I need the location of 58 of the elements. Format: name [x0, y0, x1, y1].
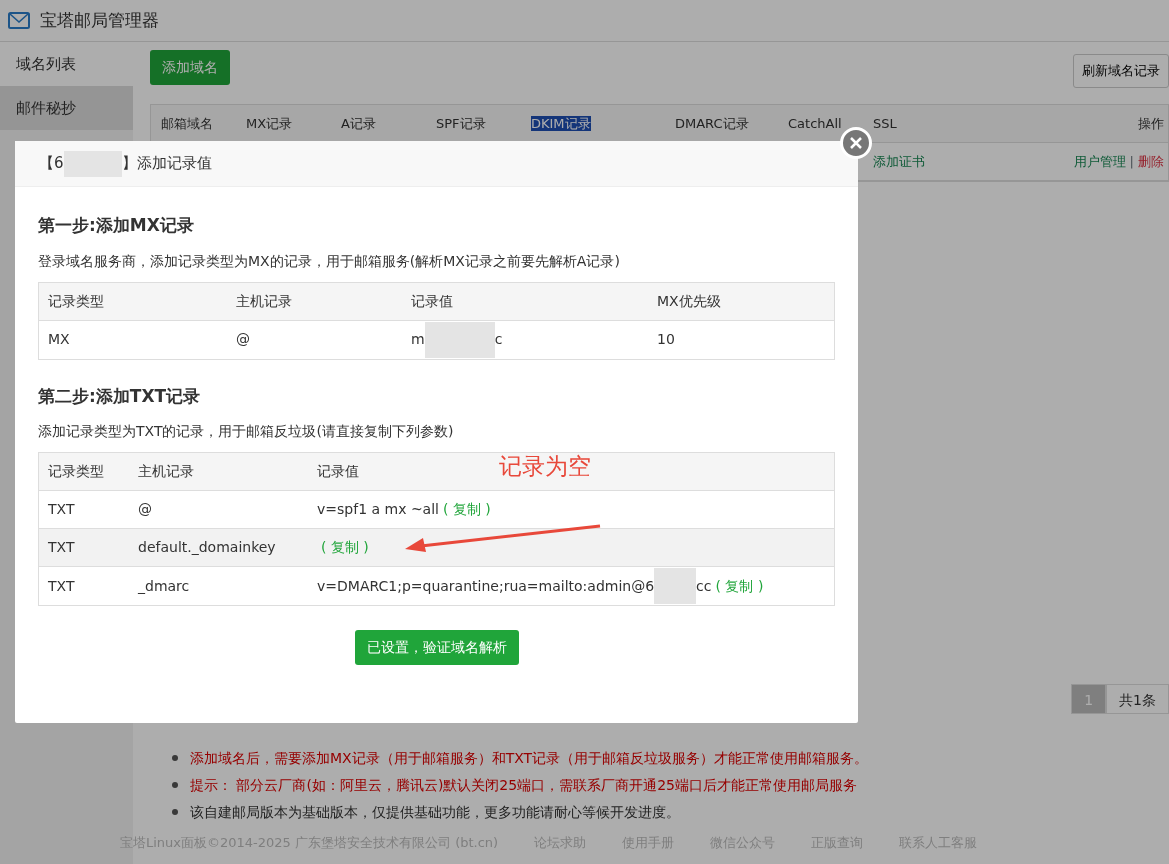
separator: | — [1128, 152, 1135, 171]
column-header: SSL — [873, 115, 897, 131]
record-value: v=DMARC1;p=quarantine;rua=mailto:admin@6 — [317, 576, 655, 596]
copy-link[interactable]: ( 复制 ) — [321, 537, 369, 558]
column-header: 记录类型 — [47, 462, 105, 481]
table-cell-text: TXT — [47, 576, 76, 596]
mail-icon — [8, 12, 30, 29]
step-description: 登录域名服务商，添加记录类型为MX的记录，用于邮箱服务(解析MX记录之前要先解析A记录) — [38, 251, 621, 271]
dialog-title: 】添加记录值 — [121, 153, 212, 175]
record-value: v=spf1 a mx ~all — [317, 500, 439, 519]
copy-link[interactable]: ( 复制 ) — [443, 499, 491, 520]
ssl-link[interactable]: 添加证书 — [873, 151, 925, 172]
column-header: MX优先级 — [656, 291, 721, 311]
table-cell-text: default._domainkey — [137, 538, 277, 557]
step-heading: 第一步:添加MX记录 — [38, 214, 195, 237]
column-header: 记录值 — [410, 291, 454, 311]
total-count: 共1条 — [1106, 684, 1169, 714]
table-cell-text: 10 — [656, 330, 675, 349]
column-header: 记录值 — [316, 462, 359, 481]
annotation-text: 记录为空 — [499, 452, 591, 481]
column-header: DKIM记录 — [531, 115, 591, 131]
confirm-button[interactable]: 已设置，验证域名解析 — [354, 630, 519, 665]
column-header: 主机记录 — [235, 291, 293, 311]
column-header: 邮箱域名 — [161, 115, 213, 131]
table-cell-text: MX — [47, 330, 71, 349]
column-header: CatchAll — [788, 115, 842, 131]
column-header: 记录类型 — [47, 291, 105, 311]
refresh-button[interactable]: 刷新域名记录 — [1073, 54, 1169, 88]
column-header: MX记录 — [246, 115, 293, 131]
sidebar-item[interactable]: 邮件秘抄 — [0, 86, 133, 130]
column-header: SPF记录 — [436, 115, 486, 131]
column-header: DMARC记录 — [675, 115, 749, 131]
table-cell-text: @ — [137, 500, 153, 519]
table-cell-text: _dmarc — [137, 576, 191, 596]
add-domain-button[interactable]: 添加域名 — [150, 50, 230, 85]
record-value: cc — [696, 576, 712, 596]
bullet-icon — [172, 808, 178, 815]
sidebar-item[interactable]: 域名列表 — [0, 42, 133, 86]
note-text: 该自建邮局版本为基础版本，仅提供基础功能，更多功能请耐心等候开发进度。 — [190, 802, 680, 822]
note-text: 提示： 部分云厂商(如：阿里云，腾讯云)默认关闭25端口，需联系厂商开通25端口后才能正常使用邮局服务 — [190, 775, 857, 795]
column-header: 操作 — [1138, 115, 1164, 131]
bullet-icon — [172, 754, 178, 761]
table-cell-text: @ — [235, 330, 251, 349]
dialog-title: 【6 — [39, 153, 64, 175]
bullet-icon — [172, 781, 178, 788]
table-cell-text: TXT — [47, 538, 76, 557]
record-value: m — [411, 330, 425, 349]
column-header: A记录 — [341, 115, 376, 131]
note-text: 添加域名后，需要添加MX记录（用于邮箱服务）和TXT记录（用于邮箱反垃圾服务）才能正常使用邮箱服务。 — [190, 748, 869, 768]
action-link[interactable]: 删除 — [1138, 151, 1164, 172]
column-header: 主机记录 — [137, 462, 195, 481]
action-link[interactable]: 用户管理 — [1073, 151, 1126, 172]
record-value: c — [494, 330, 503, 349]
step-heading: 第二步:添加TXT记录 — [38, 384, 202, 408]
table-cell-text: TXT — [47, 500, 76, 519]
copy-link[interactable]: ( 复制 ) — [715, 575, 764, 597]
app-title: 宝塔邮局管理器 — [40, 8, 159, 32]
step-description: 添加记录类型为TXT的记录，用于邮箱反垃圾(请直接复制下列参数) — [38, 422, 455, 441]
